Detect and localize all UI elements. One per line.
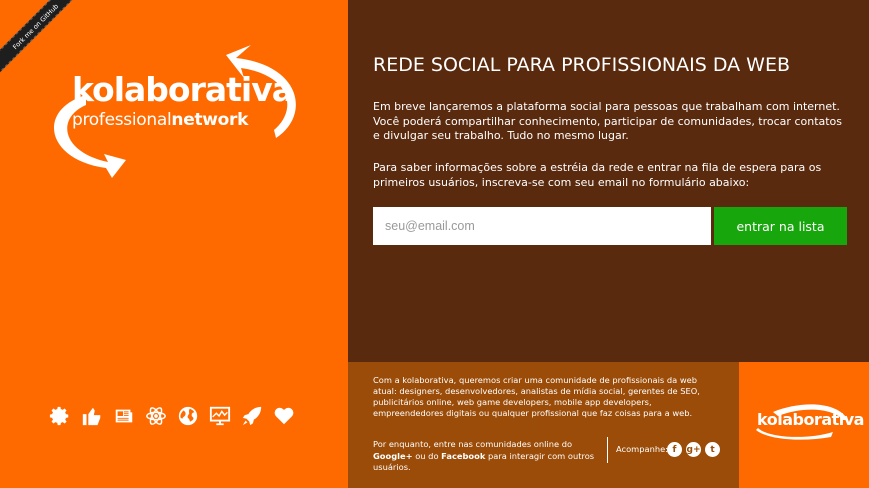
globe-icon — [176, 404, 199, 427]
rocket-icon — [240, 404, 263, 427]
chart-monitor-icon — [208, 404, 231, 427]
signup-paragraph: Para saber informações sobre a estréia d… — [373, 161, 822, 189]
follow-label: Acompanhe: — [616, 444, 669, 454]
communities-text: Por enquanto, entre nas comunidades onli… — [373, 439, 595, 472]
page-heading: REDE SOCIAL PARA PROFISSIONAIS DA WEB — [373, 54, 790, 76]
footer-divider — [607, 437, 608, 463]
logo-title: kolaborativa — [72, 70, 294, 109]
email-input[interactable]: seu@email.com — [373, 207, 711, 245]
join-list-button[interactable]: entrar na lista — [714, 207, 847, 245]
social-links: f g+ t — [667, 442, 720, 457]
twitter-icon[interactable]: t — [705, 442, 720, 457]
main-panel: REDE SOCIAL PARA PROFISSIONAIS DA WEB Em… — [348, 0, 869, 362]
heart-icon — [272, 404, 295, 427]
footer-panel: Com a kolaborativa, queremos criar uma c… — [348, 362, 739, 488]
atom-icon — [144, 404, 167, 427]
thumbs-up-icon — [80, 404, 103, 427]
logo-subtitle: professionalnetwork — [72, 110, 249, 130]
feature-icons — [48, 404, 295, 427]
facebook-link[interactable]: Facebook — [441, 451, 485, 461]
gear-icon — [48, 404, 71, 427]
facebook-icon[interactable]: f — [667, 442, 682, 457]
left-panel: Fork me on GitHub kolaborativa professio… — [0, 0, 348, 488]
main-logo: kolaborativa professionalnetwork — [36, 40, 316, 180]
intro-paragraph: Em breve lançaremos a plataforma social … — [373, 100, 843, 142]
google-plus-link[interactable]: Google+ — [373, 451, 413, 461]
newspaper-icon — [112, 404, 135, 427]
about-text: Com a kolaborativa, queremos criar uma c… — [373, 375, 700, 418]
small-logo-text: kolaborativa — [757, 410, 864, 429]
google-plus-icon[interactable]: g+ — [686, 442, 701, 457]
corner-logo-panel: kolaborativa — [739, 362, 869, 488]
